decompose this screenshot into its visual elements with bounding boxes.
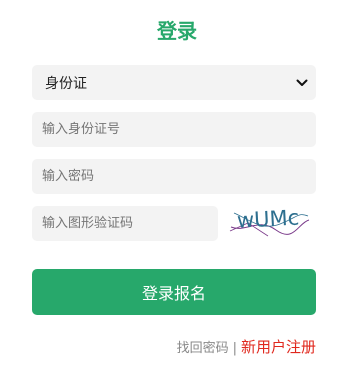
- find-password-link[interactable]: 找回密码: [177, 337, 229, 356]
- page-title: 登录: [157, 19, 197, 43]
- captcha-input[interactable]: [32, 206, 218, 241]
- link-separator: |: [232, 341, 237, 356]
- chevron-down-icon: [296, 77, 308, 89]
- id-type-select[interactable]: 身份证: [32, 65, 316, 100]
- password-input[interactable]: [32, 159, 316, 194]
- login-submit-button[interactable]: 登录报名: [32, 269, 316, 315]
- id-type-selected-value: 身份证: [45, 75, 87, 92]
- register-link[interactable]: 新用户注册: [241, 336, 316, 357]
- bottom-links: 找回密码 | 新用户注册: [177, 336, 316, 357]
- captcha-text: wUMc: [236, 205, 299, 232]
- id-number-input[interactable]: [32, 112, 316, 147]
- captcha-image[interactable]: wUMc: [228, 200, 312, 240]
